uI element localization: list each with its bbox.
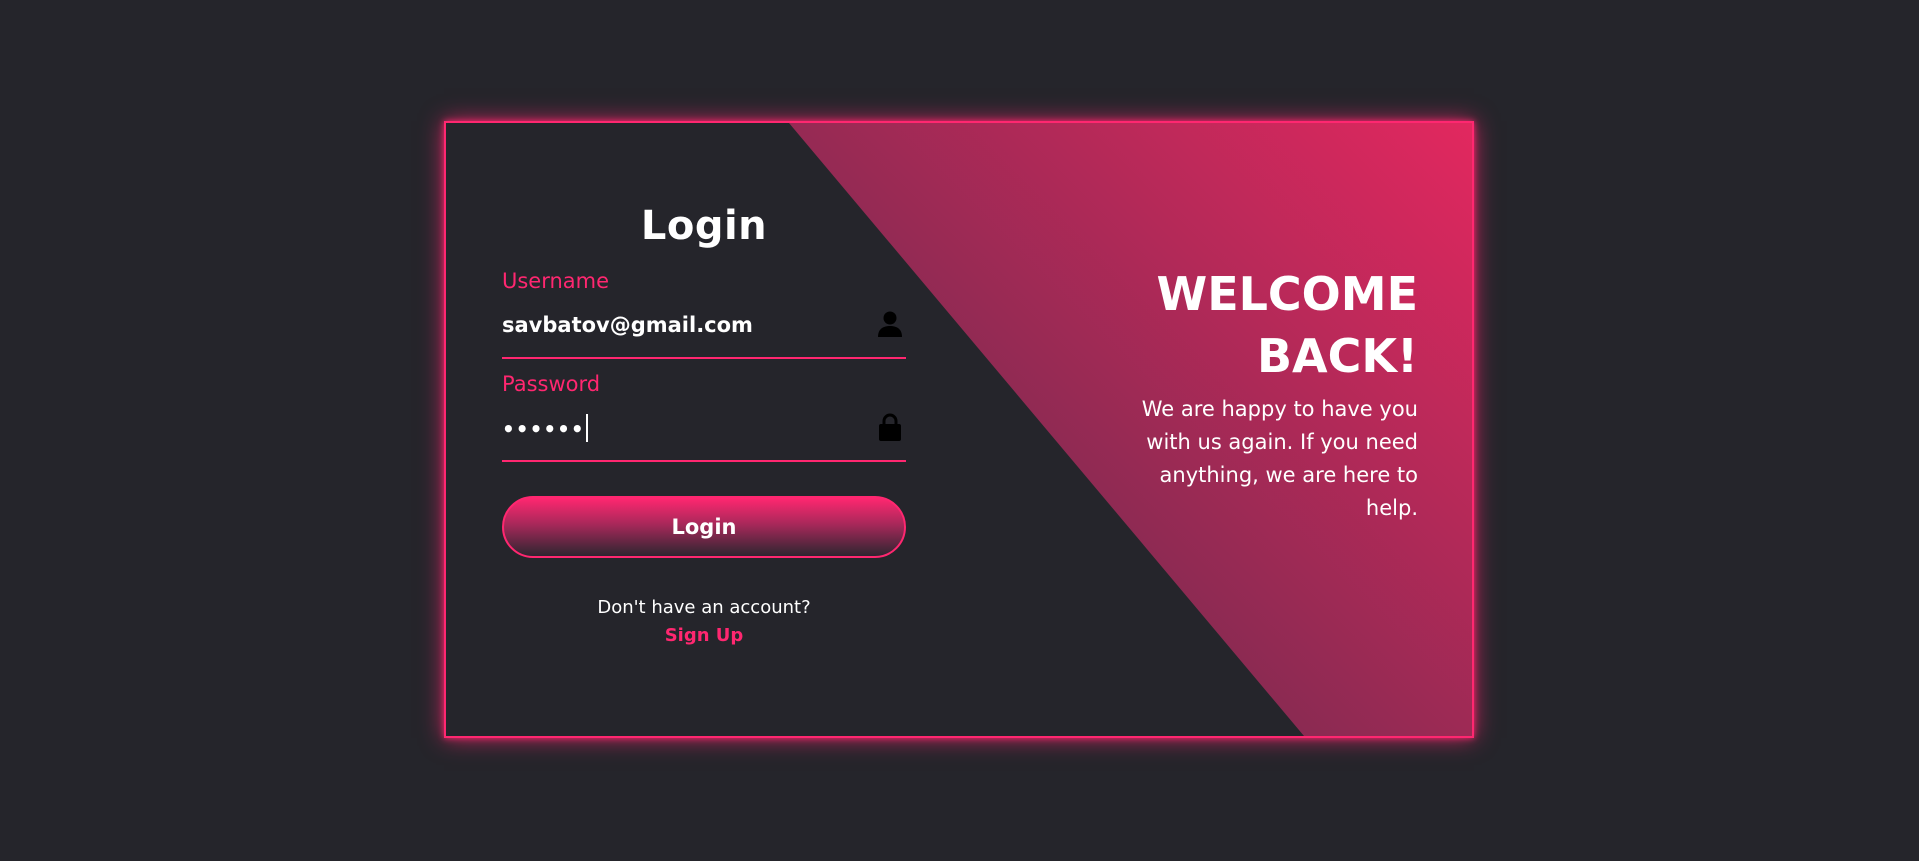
username-field: Username — [502, 269, 906, 359]
welcome-title: WELCOME BACK! — [1156, 267, 1418, 383]
username-input[interactable] — [502, 311, 862, 339]
welcome-message: We are happy to have you with us again. … — [1141, 397, 1418, 520]
login-button[interactable]: Login — [502, 496, 906, 558]
password-field: Password •••••• — [502, 372, 906, 462]
user-icon — [876, 309, 904, 339]
password-label: Password — [502, 372, 601, 396]
password-input[interactable]: •••••• — [502, 414, 588, 443]
lock-icon — [876, 412, 904, 442]
login-card: Login Username Password •••••• — [444, 121, 1474, 738]
username-label: Username — [502, 269, 610, 293]
login-form: Login Username Password •••••• — [502, 201, 906, 650]
text-caret — [585, 414, 588, 442]
form-title: Login — [640, 203, 768, 249]
no-account-text: Don't have an account? — [597, 597, 811, 618]
page: Login Username Password •••••• — [0, 0, 1919, 861]
signup-link[interactable]: Sign Up — [502, 622, 906, 650]
welcome-panel: WELCOME BACK! We are happy to have you w… — [1118, 263, 1418, 525]
password-mask-text: •••••• — [502, 417, 585, 441]
